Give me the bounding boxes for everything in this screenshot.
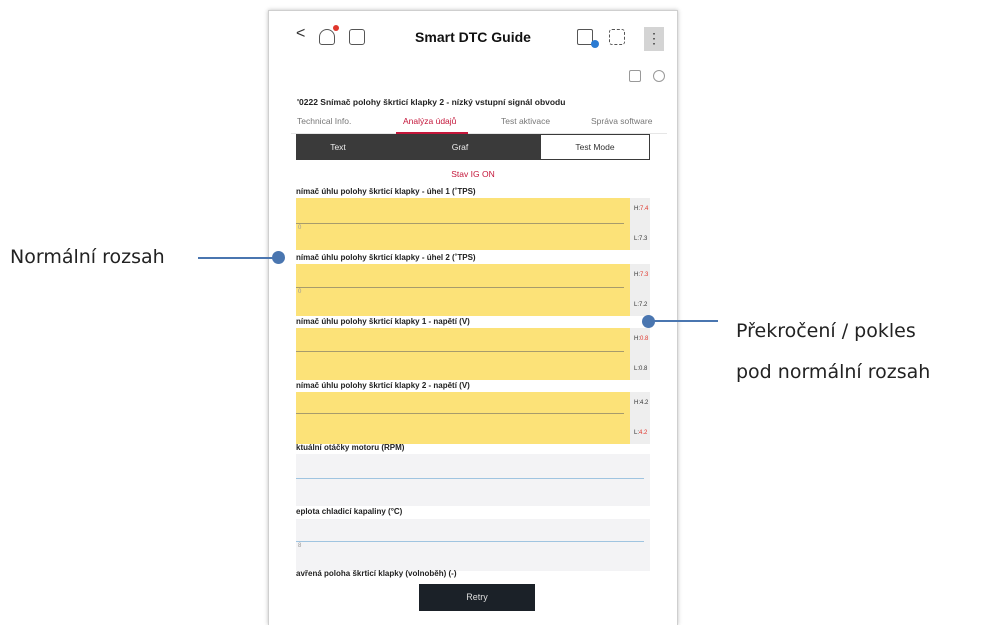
view-test-mode-button[interactable]: Test Mode: [541, 135, 649, 159]
graph-line: [296, 287, 624, 288]
min-max-readout: H:0.8 L:0.8: [630, 328, 650, 380]
graph-line: [296, 223, 624, 224]
callout-marker: [272, 251, 285, 264]
callout-connector: [650, 320, 718, 322]
min-value: L:0.8: [634, 366, 648, 372]
data-graph-panel[interactable]: [296, 392, 630, 444]
data-graph-panel[interactable]: 0: [296, 264, 630, 316]
view-text-button[interactable]: Text: [297, 135, 379, 159]
ignition-state: Stav IG ON: [451, 169, 495, 179]
graph-line: [296, 351, 624, 352]
max-value: H:7.3: [634, 272, 649, 278]
panel-label: nímač úhlu polohy škrticí klapky 1 - nap…: [296, 317, 470, 326]
min-value: L:7.2: [634, 302, 648, 308]
graph-line: [296, 478, 644, 479]
panel-label: avřená poloha škrticí klapky (volnoběh) …: [296, 569, 457, 578]
panel-label: ktuální otáčky motoru (RPM): [296, 443, 405, 452]
graph-line: [296, 413, 624, 414]
min-max-readout: H:4.2 L:4.2: [630, 392, 650, 444]
data-graph-panel[interactable]: 8: [296, 519, 650, 571]
data-graph-panel[interactable]: [296, 454, 650, 506]
tab-bar: Technical Info. Analýza údajů Test aktiv…: [291, 109, 667, 134]
menu-button[interactable]: ⋮: [644, 27, 664, 51]
panel-label: eplota chladicí kapaliny (°C): [296, 507, 403, 516]
graph-axis-value: 8: [298, 543, 302, 549]
app-toolbar: < Smart DTC Guide ⋮: [269, 11, 677, 61]
gauge-icon[interactable]: [653, 70, 665, 82]
callout-connector: [198, 257, 278, 259]
max-value: H:7.4: [634, 206, 649, 212]
data-graph-panel[interactable]: 0: [296, 198, 630, 250]
tab-activation-test[interactable]: Test aktivace: [501, 116, 550, 126]
graph-line: [296, 541, 644, 542]
max-value: H:4.2: [634, 400, 649, 406]
view-graph-button[interactable]: Graf: [379, 135, 541, 159]
view-mode-selector: Text Graf Test Mode: [296, 134, 650, 160]
min-value: L:4.2: [634, 430, 648, 436]
min-value: L:7.3: [634, 236, 648, 242]
scan-icon[interactable]: [609, 29, 625, 45]
retry-button[interactable]: Retry: [419, 584, 535, 611]
dtc-title: '0222 Snímač polohy škrticí klapky 2 - n…: [297, 97, 566, 107]
data-graph-panel[interactable]: [296, 328, 630, 380]
callout-out-of-range-2: pod normální rozsah: [736, 361, 931, 383]
screen-capture-icon[interactable]: [577, 29, 599, 48]
panel-label: nímač úhlu polohy škrticí klapky 2 - nap…: [296, 381, 470, 390]
secondary-toolbar: [621, 69, 665, 87]
panel-label: nímač úhlu polohy škrticí klapky - úhel …: [296, 253, 476, 262]
tab-data-analysis[interactable]: Analýza údajů: [403, 116, 456, 126]
min-max-readout: H:7.3 L:7.2: [630, 264, 650, 316]
record-icon[interactable]: [628, 70, 641, 82]
tab-technical-info[interactable]: Technical Info.: [297, 116, 351, 126]
graph-axis-value: 0: [298, 225, 302, 231]
panel-label: nímač úhlu polohy škrticí klapky - úhel …: [296, 187, 476, 196]
callout-out-of-range-1: Překročení / pokles: [736, 320, 916, 342]
max-value: H:0.8: [634, 336, 649, 342]
tab-software-management[interactable]: Správa software: [591, 116, 652, 126]
callout-normal-range: Normální rozsah: [10, 246, 165, 268]
phone-screen: < Smart DTC Guide ⋮ '0222 Snímač polohy …: [268, 10, 678, 625]
graph-axis-value: 0: [298, 289, 302, 295]
min-max-readout: H:7.4 L:7.3: [630, 198, 650, 250]
